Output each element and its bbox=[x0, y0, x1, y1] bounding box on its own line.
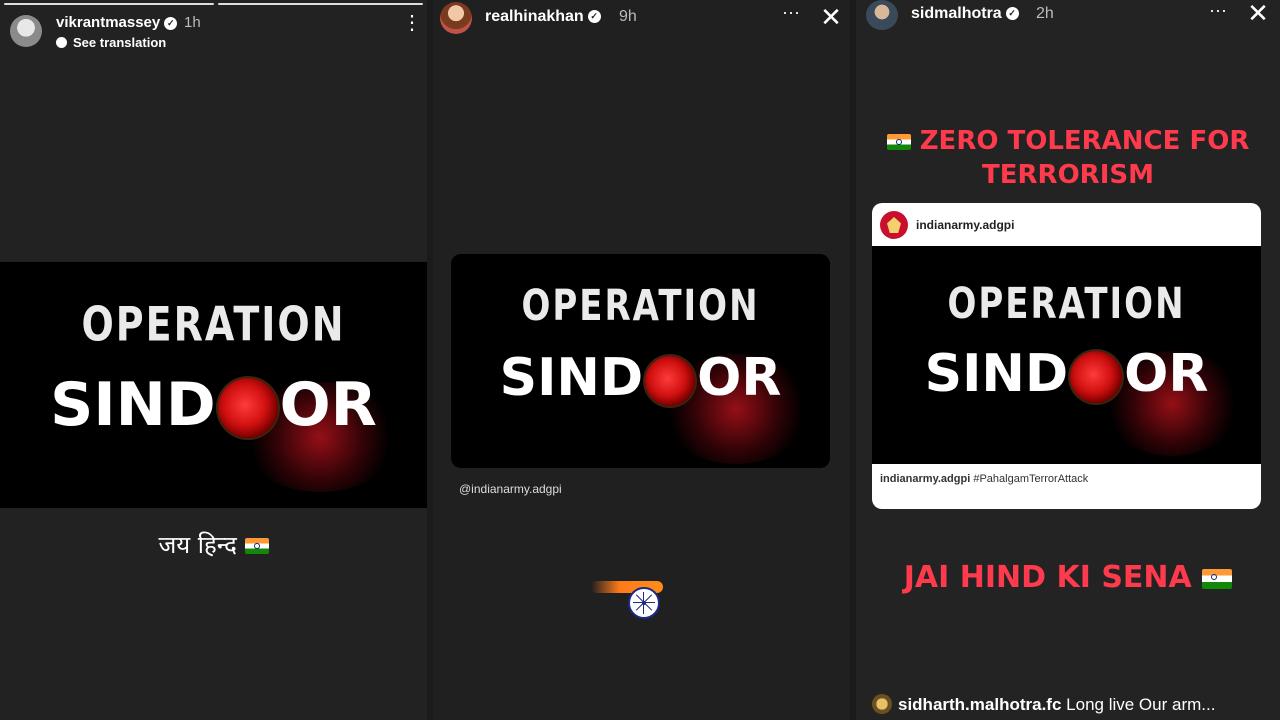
sindoor-bowl-icon bbox=[217, 378, 278, 439]
shared-post-card[interactable]: indianarmy.adgpi OPERATION SIND OR indian… bbox=[872, 203, 1261, 509]
story-panel-vikrantmassey[interactable]: vikrantmassey ✓ 1h See translation ⋮ OPER… bbox=[0, 0, 427, 720]
more-icon[interactable]: ··· bbox=[1208, 0, 1228, 21]
comment-username[interactable]: sidharth.malhotra.fc bbox=[898, 695, 1061, 714]
india-flag-sticker bbox=[591, 575, 667, 621]
post-time: 1h bbox=[184, 14, 201, 31]
verified-badge-icon: ✓ bbox=[1005, 7, 1019, 21]
india-flag-icon bbox=[886, 133, 911, 150]
card-caption-user: indianarmy.adgpi bbox=[880, 473, 971, 485]
username-label[interactable]: realhinakhan ✓ bbox=[485, 8, 601, 26]
story-caption: जय हिन्द bbox=[0, 528, 427, 561]
verified-badge-icon: ✓ bbox=[164, 16, 178, 30]
username-text[interactable]: sidmalhotra bbox=[911, 5, 1002, 22]
sindoor-right: OR bbox=[279, 370, 377, 440]
translate-icon bbox=[56, 37, 67, 48]
more-icon[interactable]: ⋮ bbox=[402, 13, 422, 33]
sindoor-bowl-icon bbox=[1070, 351, 1123, 403]
see-translation-label: See translation bbox=[73, 35, 167, 50]
footer-slogan: JAI HIND KI SENA bbox=[856, 560, 1280, 595]
story-header: vikrantmassey ✓ 1h See translation ⋮ bbox=[0, 0, 427, 50]
avatar[interactable] bbox=[440, 2, 472, 34]
avatar[interactable] bbox=[10, 15, 42, 47]
indian-army-emblem-icon bbox=[880, 211, 908, 239]
username-text[interactable]: realhinakhan bbox=[485, 8, 584, 25]
story-headline: ZERO TOLERANCE FOR TERRORISM bbox=[856, 124, 1280, 192]
close-icon[interactable]: ✕ bbox=[1246, 0, 1270, 28]
poster-title-operation: OPERATION bbox=[947, 279, 1186, 329]
india-flag-icon bbox=[1202, 568, 1233, 589]
poster-title-sindoor: SIND OR bbox=[451, 348, 830, 408]
story-panel-realhinakhan[interactable]: realhinakhan ✓ 9h ··· ✕ OPERATION SIND OR … bbox=[433, 0, 850, 720]
sindoor-right: OR bbox=[1124, 344, 1209, 404]
commenter-avatar bbox=[872, 694, 892, 714]
operation-sindoor-poster: OPERATION SIND OR bbox=[872, 246, 1261, 464]
username-label[interactable]: vikrantmassey ✓ bbox=[56, 14, 178, 31]
card-caption-hashtag[interactable]: #PahalgamTerrorAttack bbox=[973, 473, 1088, 485]
see-translation-button[interactable]: See translation bbox=[56, 35, 166, 50]
comment-text: Long live Our arm... bbox=[1066, 695, 1216, 714]
more-icon[interactable]: ··· bbox=[781, 2, 801, 23]
operation-sindoor-poster: OPERATION SIND OR bbox=[0, 262, 427, 508]
mention-sticker[interactable]: @indianarmy.adgpi bbox=[459, 482, 562, 496]
story-header: realhinakhan ✓ 9h ··· ✕ bbox=[433, 0, 850, 50]
sindoor-left: SIND bbox=[50, 370, 216, 440]
post-time: 2h bbox=[1036, 5, 1054, 22]
poster-title-sindoor: SIND OR bbox=[0, 370, 427, 440]
close-icon[interactable]: ✕ bbox=[819, 2, 843, 32]
story-header: sidmalhotra ✓ 2h ··· ✕ bbox=[856, 0, 1280, 50]
verified-badge-icon: ✓ bbox=[587, 10, 601, 24]
card-account-name[interactable]: indianarmy.adgpi bbox=[916, 218, 1014, 232]
india-flag-icon bbox=[244, 538, 269, 554]
ashoka-chakra-icon bbox=[628, 587, 660, 619]
comment-row[interactable]: sidharth.malhotra.fc Long live Our arm..… bbox=[872, 694, 1215, 715]
poster-title-operation: OPERATION bbox=[81, 296, 346, 352]
sindoor-left: SIND bbox=[499, 348, 644, 408]
username-label[interactable]: sidmalhotra ✓ bbox=[911, 5, 1019, 23]
footer-slogan-text: JAI HIND KI SENA bbox=[903, 560, 1192, 595]
operation-sindoor-poster[interactable]: OPERATION SIND OR bbox=[451, 254, 830, 468]
avatar[interactable] bbox=[866, 0, 898, 30]
headline-line-1: ZERO TOLERANCE FOR bbox=[919, 126, 1250, 156]
headline-line-2: TERRORISM bbox=[982, 160, 1154, 190]
sindoor-right: OR bbox=[697, 348, 782, 408]
story-panel-sidmalhotra[interactable]: sidmalhotra ✓ 2h ··· ✕ ZERO TOLERANCE FOR… bbox=[856, 0, 1280, 720]
poster-title-sindoor: SIND OR bbox=[872, 344, 1261, 404]
post-time: 9h bbox=[619, 8, 637, 25]
sindoor-left: SIND bbox=[924, 344, 1069, 404]
card-caption: indianarmy.adgpi #PahalgamTerrorAttack bbox=[880, 473, 1088, 485]
sindoor-bowl-icon bbox=[645, 356, 696, 406]
caption-text: जय हिन्द bbox=[158, 531, 237, 559]
poster-title-operation: OPERATION bbox=[521, 281, 760, 331]
username-text[interactable]: vikrantmassey bbox=[56, 14, 160, 31]
